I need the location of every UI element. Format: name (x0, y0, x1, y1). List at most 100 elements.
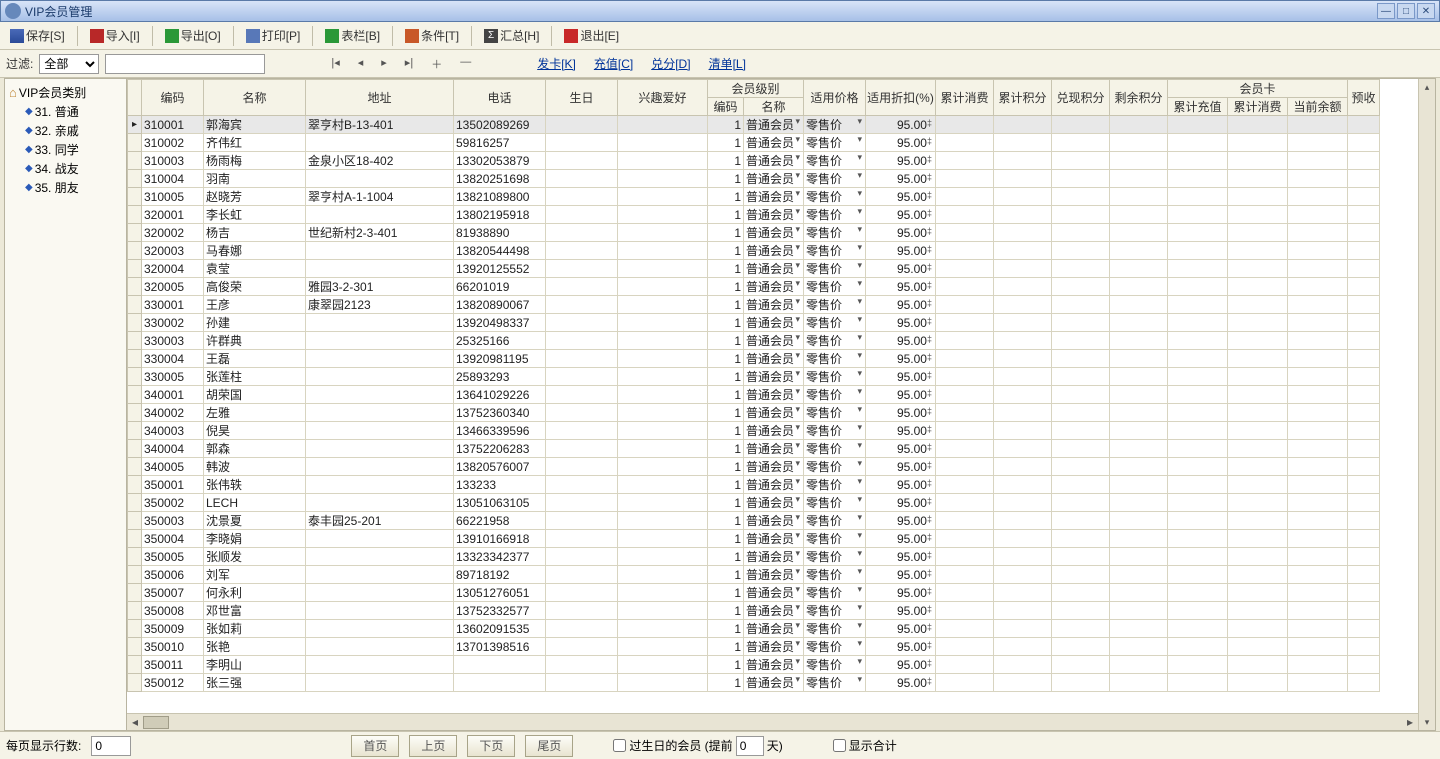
cell-c3[interactable] (1288, 170, 1348, 188)
cell-birth[interactable] (546, 368, 618, 386)
cell-c3[interactable] (1288, 314, 1348, 332)
cell-code[interactable]: 320001 (142, 206, 204, 224)
cell-c1[interactable] (1168, 296, 1228, 314)
cell-hobby[interactable] (618, 368, 708, 386)
cell-price[interactable]: 零售价 (804, 476, 866, 494)
cell-disc[interactable]: 95.00 (866, 674, 936, 692)
cell-rem[interactable] (1110, 530, 1168, 548)
cell-addr[interactable] (306, 386, 454, 404)
cell-c2[interactable] (1228, 476, 1288, 494)
cell-code[interactable]: 320003 (142, 242, 204, 260)
cell-rem[interactable] (1110, 656, 1168, 674)
tree-item-2[interactable]: ◆33. 同学 (7, 140, 124, 159)
tree-item-1[interactable]: ◆32. 亲戚 (7, 121, 124, 140)
condition-button[interactable]: 条件[T] (401, 25, 463, 46)
cell-phone[interactable]: 66221958 (454, 512, 546, 530)
table-row[interactable]: 320005高俊荣雅园3-2-301662010191普通会员零售价95.00 (128, 278, 1380, 296)
cell-rem[interactable] (1110, 242, 1168, 260)
cell-c3[interactable] (1288, 530, 1348, 548)
cell-pts[interactable] (994, 656, 1052, 674)
cell-name[interactable]: 孙建 (204, 314, 306, 332)
cell-addr[interactable] (306, 242, 454, 260)
cell-hobby[interactable] (618, 638, 708, 656)
cell-c4[interactable] (1348, 440, 1380, 458)
cell-hobby[interactable] (618, 530, 708, 548)
cell-c4[interactable] (1348, 458, 1380, 476)
cell-cash[interactable] (1052, 422, 1110, 440)
cell-c1[interactable] (1168, 638, 1228, 656)
cell-c3[interactable] (1288, 440, 1348, 458)
cell-addr[interactable]: 翠亨村A-1-1004 (306, 188, 454, 206)
cell-price[interactable]: 零售价 (804, 350, 866, 368)
table-row[interactable]: 350002LECH130510631051普通会员零售价95.00 (128, 494, 1380, 512)
cell-c1[interactable] (1168, 368, 1228, 386)
cell-rem[interactable] (1110, 512, 1168, 530)
cell-cash[interactable] (1052, 368, 1110, 386)
cell-cash[interactable] (1052, 512, 1110, 530)
table-row[interactable]: 310002齐伟红598162571普通会员零售价95.00 (128, 134, 1380, 152)
cell-c3[interactable] (1288, 242, 1348, 260)
cell-cash[interactable] (1052, 116, 1110, 134)
cell-code[interactable]: 350010 (142, 638, 204, 656)
cell-code[interactable]: 310003 (142, 152, 204, 170)
cell-code[interactable]: 310004 (142, 170, 204, 188)
cell-code[interactable]: 350009 (142, 620, 204, 638)
cell-addr[interactable] (306, 602, 454, 620)
cell-c4[interactable] (1348, 368, 1380, 386)
cell-phone[interactable]: 13752206283 (454, 440, 546, 458)
table-row[interactable]: 350005张顺发133233423771普通会员零售价95.00 (128, 548, 1380, 566)
cell-birth[interactable] (546, 314, 618, 332)
cell-pts[interactable] (994, 530, 1052, 548)
col-price[interactable]: 适用价格 (804, 80, 866, 116)
cell-c1[interactable] (1168, 530, 1228, 548)
cell-hobby[interactable] (618, 476, 708, 494)
cell-mcode[interactable]: 1 (708, 638, 744, 656)
cell-name[interactable]: 胡荣国 (204, 386, 306, 404)
cell-rem[interactable] (1110, 422, 1168, 440)
cell-birth[interactable] (546, 206, 618, 224)
nav-first-icon[interactable]: |◂ (331, 56, 339, 72)
cell-price[interactable]: 零售价 (804, 530, 866, 548)
cell-birth[interactable] (546, 620, 618, 638)
cell-spend[interactable] (936, 548, 994, 566)
cell-addr[interactable]: 泰丰园25-201 (306, 512, 454, 530)
cell-code[interactable]: 310005 (142, 188, 204, 206)
cell-hobby[interactable] (618, 152, 708, 170)
cell-mname[interactable]: 普通会员 (744, 224, 804, 242)
cell-pts[interactable] (994, 242, 1052, 260)
cell-disc[interactable]: 95.00 (866, 512, 936, 530)
birthday-checkbox[interactable] (613, 739, 626, 752)
cell-rem[interactable] (1110, 152, 1168, 170)
table-row[interactable]: 350011李明山1普通会员零售价95.00 (128, 656, 1380, 674)
cell-cash[interactable] (1052, 584, 1110, 602)
cell-spend[interactable] (936, 476, 994, 494)
cell-addr[interactable] (306, 440, 454, 458)
cell-mname[interactable]: 普通会员 (744, 170, 804, 188)
cell-mcode[interactable]: 1 (708, 584, 744, 602)
cell-mname[interactable]: 普通会员 (744, 584, 804, 602)
cell-c1[interactable] (1168, 170, 1228, 188)
cell-birth[interactable] (546, 440, 618, 458)
cell-c3[interactable] (1288, 278, 1348, 296)
cell-name[interactable]: 张艳 (204, 638, 306, 656)
cell-price[interactable]: 零售价 (804, 206, 866, 224)
cell-code[interactable]: 310002 (142, 134, 204, 152)
cell-c2[interactable] (1228, 116, 1288, 134)
cell-birth[interactable] (546, 566, 618, 584)
cell-c4[interactable] (1348, 674, 1380, 692)
table-row[interactable]: 330004王磊139209811951普通会员零售价95.00 (128, 350, 1380, 368)
cell-c4[interactable] (1348, 548, 1380, 566)
cell-c1[interactable] (1168, 458, 1228, 476)
cell-cash[interactable] (1052, 638, 1110, 656)
cell-c3[interactable] (1288, 566, 1348, 584)
cell-addr[interactable] (306, 368, 454, 386)
cell-c1[interactable] (1168, 602, 1228, 620)
cell-birth[interactable] (546, 530, 618, 548)
cell-rem[interactable] (1110, 224, 1168, 242)
cell-addr[interactable] (306, 620, 454, 638)
cell-c4[interactable] (1348, 512, 1380, 530)
cell-spend[interactable] (936, 242, 994, 260)
cell-code[interactable]: 350002 (142, 494, 204, 512)
cell-c3[interactable] (1288, 638, 1348, 656)
cell-name[interactable]: 沈景夏 (204, 512, 306, 530)
